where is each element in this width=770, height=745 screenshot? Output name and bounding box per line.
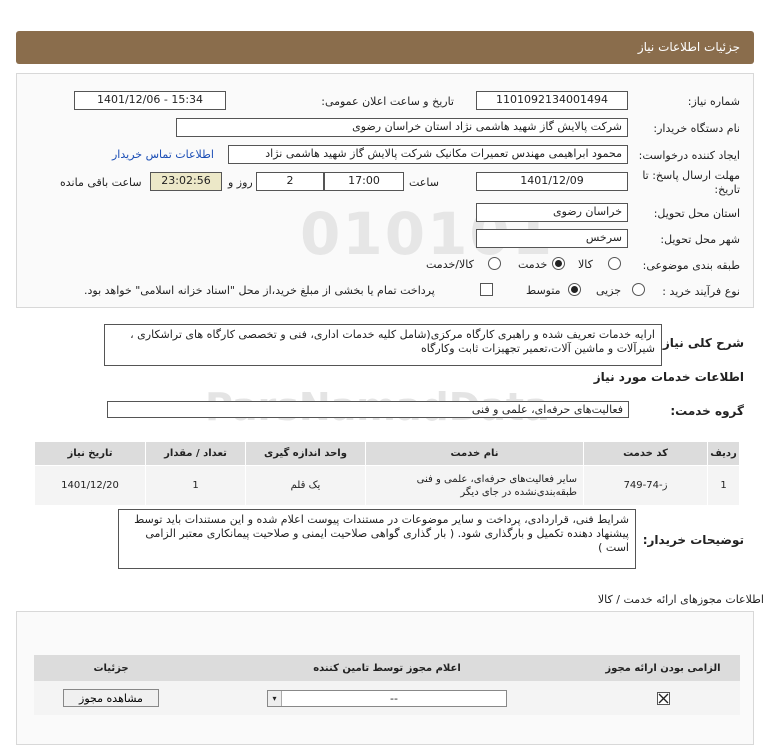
license-supplier-select[interactable]: ▾ -- [267,689,507,707]
cell-row: 1 [707,465,740,506]
creator-field: محمود ابراهیمی مهندس تعمیرات مکانیک شرکت… [228,145,628,164]
announce-field: 1401/12/06 - 15:34 [74,91,226,110]
col-license-supplier: اعلام مجوز توسط تامین کننده [188,655,586,681]
license-section-header: اطلاعات مجوزهای ارائه خدمت / کالا [0,593,770,609]
time-label: ساعت [409,176,439,189]
buyer-org-field: شرکت پالایش گاز شهید هاشمی نژاد استان خر… [176,118,628,137]
table-row: 1 ز-74-749 سایر فعالیت‌های حرفه‌ای، علمی… [34,465,740,506]
general-desc-label: شرح کلی نیاز: [658,336,744,350]
chevron-down-icon[interactable]: ▾ [268,690,282,706]
buyer-notes-label: توضیحات خریدار: [642,533,744,547]
days-field: 2 [256,172,324,191]
x-mark-icon [658,693,668,704]
buyer-notes-box: شرایط فنی، قراردادی، پرداخت و سایر موضوع… [118,509,636,569]
category-radio-service[interactable] [552,257,565,270]
delivery-city-field: سرخس [476,229,628,248]
purchase-option-minor: جزیی [596,284,622,297]
delivery-province-field: خراسان رضوی [476,203,628,222]
purchase-radio-minor[interactable] [632,283,645,296]
treasury-payment-note: پرداخت تمام یا بخشی از مبلغ خرید،از محل … [84,284,435,297]
treasury-payment-checkbox[interactable] [480,283,493,296]
purchase-type-label: نوع فرآیند خرید : [662,285,740,298]
cell-unit: یک قلم [245,465,366,506]
category-option-service: خدمت [518,258,548,271]
col-license-required: الزامی بودن ارائه مجوز [586,655,740,681]
services-info-title: اطلاعات خدمات مورد نیاز [593,370,744,384]
deadline-date-field: 1401/12/09 [476,172,628,191]
category-label: طبقه بندی موضوعی: [642,259,740,272]
page-title: جزئیات اطلاعات نیاز [637,40,740,54]
delivery-province-label: استان محل تحویل: [653,207,740,220]
services-table: ردیف کد خدمت نام خدمت واحد اندازه گیری ت… [34,441,740,506]
remaining-label: ساعت باقی مانده [60,176,142,189]
general-desc-box: ارایه خدمات تعریف شده و راهبری کارگاه مر… [104,324,662,366]
license-section-title: اطلاعات مجوزهای ارائه خدمت / کالا [597,593,764,606]
col-qty: تعداد / مقدار [145,441,246,466]
announce-label: تاریخ و ساعت اعلان عمومی: [321,95,454,108]
remaining-time-field: 23:02:56 [150,172,222,191]
creator-label: ایجاد کننده درخواست: [638,149,740,162]
purchase-radio-medium[interactable] [568,283,581,296]
service-group-field: فعالیت‌های حرفه‌ای، علمی و فنی [107,401,629,418]
buyer-org-label: نام دستگاه خریدار: [653,122,740,135]
license-supplier-select-value: -- [390,691,398,705]
cell-code: ز-74-749 [583,465,708,506]
deadline-date-label: تاریخ: [714,183,740,196]
col-date: تاریخ نیاز [34,441,146,466]
page-header: جزئیات اطلاعات نیاز [16,31,754,64]
table-row: ▾ -- مشاهده مجوز [34,681,740,715]
need-number-field: 1101092134001494 [476,91,628,110]
cell-date: 1401/12/20 [34,465,146,506]
deadline-time-field: 17:00 [324,172,404,191]
col-unit: واحد اندازه گیری [245,441,366,466]
view-license-button[interactable]: مشاهده مجوز [63,689,159,707]
category-option-goods: کالا [578,258,593,271]
buyer-contact-link[interactable]: اطلاعات تماس خریدار [112,148,214,161]
license-required-checkbox[interactable] [656,691,670,705]
col-code: کد خدمت [583,441,708,466]
service-group-label: گروه خدمت: [670,404,744,418]
cell-qty: 1 [145,465,246,506]
col-name: نام خدمت [365,441,584,466]
col-row: ردیف [707,441,740,466]
days-label: روز و [228,176,253,189]
category-option-goods-service: کالا/خدمت [426,258,474,271]
deadline-label: مهلت ارسال پاسخ: تا [642,169,740,182]
license-table: الزامی بودن ارائه مجوز اعلام مجوز توسط ت… [34,655,740,715]
col-license-details: جزئیات [34,655,188,681]
purchase-option-medium: متوسط [526,284,561,297]
cell-name: سایر فعالیت‌های حرفه‌ای، علمی و فنی طبقه… [365,465,584,506]
category-radio-goods[interactable] [608,257,621,270]
delivery-city-label: شهر محل تحویل: [660,233,740,246]
category-radio-goods-service[interactable] [488,257,501,270]
need-number-label: شماره نیاز: [687,95,740,108]
